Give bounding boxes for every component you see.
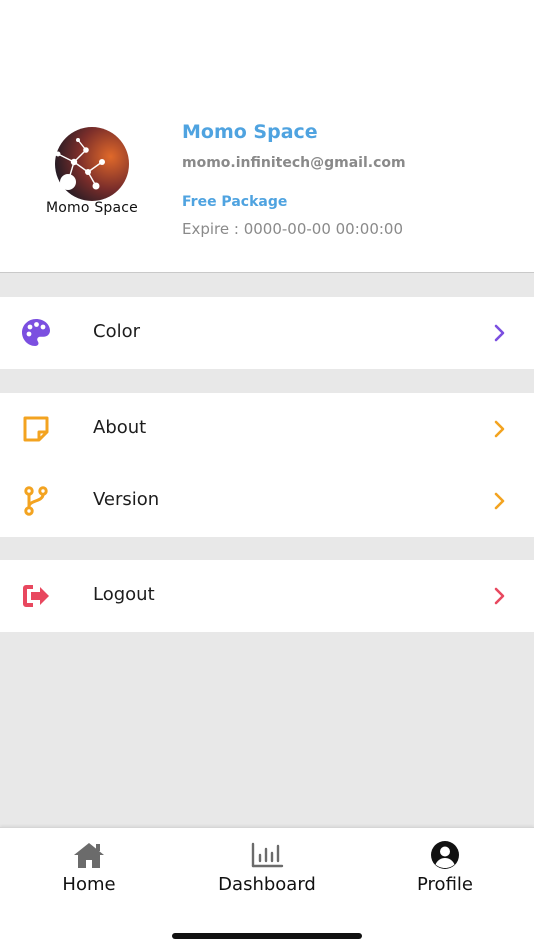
home-indicator xyxy=(172,933,362,939)
chevron-right-icon xyxy=(494,492,505,510)
chevron-right-icon xyxy=(494,324,505,342)
app-logo: Momo Space xyxy=(38,126,146,222)
profile-name: Momo Space xyxy=(182,121,318,143)
menu-item-version[interactable]: Version xyxy=(0,465,534,537)
chevron-right-icon xyxy=(494,587,505,605)
tab-profile[interactable]: Profile xyxy=(356,840,534,920)
palette-icon xyxy=(22,319,50,346)
tab-label-dashboard: Dashboard xyxy=(218,874,316,895)
profile-header: Momo Space Momo Space momo.infinitech@gm… xyxy=(0,0,534,273)
menu-item-color[interactable]: Color xyxy=(0,297,534,369)
code-branch-icon xyxy=(24,486,48,516)
chevron-right-icon xyxy=(494,420,505,438)
sign-out-icon xyxy=(23,585,49,607)
tab-label-home: Home xyxy=(62,874,116,895)
tab-home[interactable]: Home xyxy=(0,840,178,920)
tab-dashboard[interactable]: Dashboard xyxy=(178,840,356,920)
tab-label-profile: Profile xyxy=(417,874,473,895)
expire-date: Expire : 0000-00-00 00:00:00 xyxy=(182,220,404,238)
sticky-note-icon xyxy=(23,416,49,442)
menu-label-logout: Logout xyxy=(93,584,155,605)
menu-label-color: Color xyxy=(93,321,140,342)
logo-text: Momo Space xyxy=(46,200,138,216)
menu-item-about[interactable]: About xyxy=(0,393,534,465)
profile-email: momo.infinitech@gmail.com xyxy=(182,155,406,171)
home-icon xyxy=(74,843,104,868)
bar-chart-icon xyxy=(251,842,284,868)
menu-label-version: Version xyxy=(93,489,160,510)
package-label: Free Package xyxy=(182,194,288,210)
menu-label-about: About xyxy=(93,417,147,438)
menu-item-logout[interactable]: Logout xyxy=(0,560,534,632)
user-circle-icon xyxy=(431,841,459,869)
